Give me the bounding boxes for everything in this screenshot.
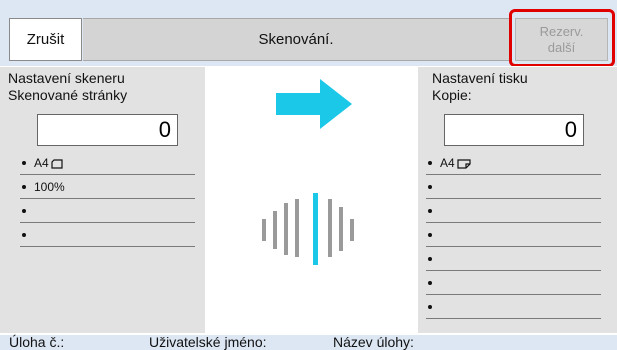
main-area: Nastavení skeneru Skenované stránky 0 A4… — [0, 66, 617, 335]
scanner-title-line2: Skenované stránky — [8, 87, 128, 103]
job-number-label: Úloha č.: — [9, 334, 65, 350]
cancel-button[interactable]: Zrušit — [9, 18, 82, 61]
list-item: A4 — [20, 151, 195, 175]
print-settings-title: Nastavení tisku Kopie: — [432, 70, 528, 104]
job-info-bar: Úloha č.: Uživatelské jméno: Název úlohy… — [0, 335, 617, 350]
list-item-text: A4 — [34, 156, 49, 170]
portrait-page-icon — [51, 159, 63, 169]
list-item — [20, 223, 195, 247]
list-item — [426, 199, 601, 223]
print-settings-panel: Nastavení tisku Kopie: 0 A4 — [418, 67, 617, 333]
arrow-right-icon — [276, 79, 352, 129]
list-item — [426, 223, 601, 247]
list-item — [20, 199, 195, 223]
list-item-text: 100% — [34, 180, 65, 194]
top-bar: Zrušit Skenování. Rezerv. další — [0, 0, 617, 67]
reserve-next-button[interactable]: Rezerv. další — [515, 18, 608, 61]
list-item-text: A4 — [440, 156, 455, 170]
list-item: A4 — [426, 151, 601, 175]
scanning-bars-icon — [262, 193, 354, 265]
job-name-label: Název úlohy: — [333, 334, 414, 350]
tray-page-icon — [457, 159, 471, 169]
list-item — [426, 271, 601, 295]
scanner-title-line1: Nastavení skeneru — [8, 70, 125, 86]
reserve-next-label-1: Rezerv. — [539, 23, 584, 39]
print-settings-list: A4 — [426, 151, 601, 319]
print-title-line1: Nastavení tisku — [432, 70, 528, 86]
list-item — [426, 175, 601, 199]
reserve-next-label-2: další — [547, 39, 576, 55]
list-item — [426, 295, 601, 319]
user-name-label: Uživatelské jméno: — [149, 334, 267, 350]
list-item: 100% — [20, 175, 195, 199]
scanned-pages-count: 0 — [37, 114, 178, 146]
scanner-settings-list: A4 100% — [20, 151, 195, 247]
scanner-settings-title: Nastavení skeneru Skenované stránky — [8, 70, 127, 104]
copies-count: 0 — [444, 114, 584, 146]
screen-title: Skenování. — [83, 18, 509, 61]
scanner-settings-panel: Nastavení skeneru Skenované stránky 0 A4… — [0, 67, 205, 333]
print-title-line2: Kopie: — [432, 87, 472, 103]
list-item — [426, 247, 601, 271]
